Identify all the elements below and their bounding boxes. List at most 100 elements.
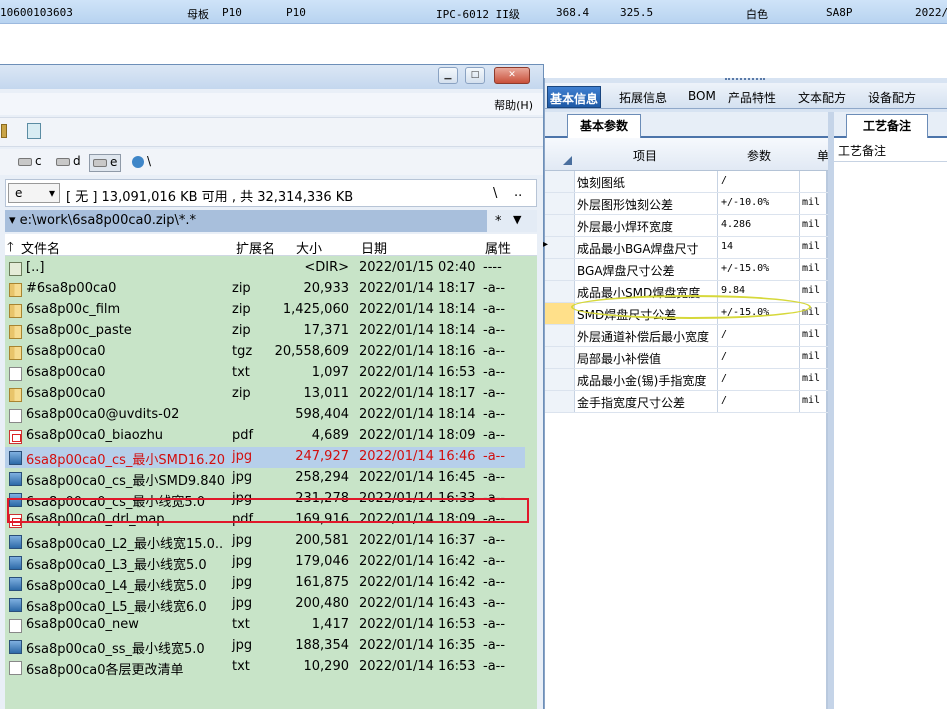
file-size: 1,097 — [311, 365, 349, 380]
file-date: 2022/01/14 18:16 — [359, 344, 476, 359]
file-row[interactable]: 6sa8p00ca0_biaozhu pdf 4,689 2022/01/14 18:… — [5, 426, 525, 447]
param-value[interactable]: +/-10.0% — [717, 193, 799, 214]
file-row[interactable]: 6sa8p00ca0@uvdits-02 598,404 2022/01/14 18… — [5, 405, 525, 426]
file-size: 247,927 — [295, 449, 349, 464]
tab-text-recipe[interactable]: 文本配方 — [796, 86, 848, 108]
file-row[interactable]: 6sa8p00ca0_ss_最小线宽5.0 jpg 188,354 2022/01/1… — [5, 636, 525, 657]
product-info-panel: 基本信息 拓展信息 BOM 产品特性 文本配方 设备配方 基本参数 项目 参数 … — [543, 78, 947, 709]
maximize-button[interactable]: □ — [465, 67, 485, 84]
file-attr: -a-- — [483, 638, 506, 653]
file-row[interactable]: 6sa8p00ca0_L4_最小线宽5.0 jpg 161,875 2022/01/1… — [5, 573, 525, 594]
param-value[interactable]: +/-15.0% — [717, 259, 799, 280]
file-ext: zip — [232, 281, 251, 296]
param-row[interactable]: 金手指宽度尺寸公差 / mil — [545, 391, 828, 413]
file-size: 179,046 — [295, 554, 349, 569]
drive-label: d — [73, 154, 81, 168]
column-ext[interactable]: 扩展名 — [236, 238, 275, 257]
file-txt-icon — [9, 619, 22, 633]
file-name: 6sa8p00ca0_ss_最小线宽5.0 — [26, 642, 205, 657]
tab-process-remarks[interactable]: 工艺备注 — [846, 114, 928, 138]
row-indicator[interactable] — [545, 215, 575, 236]
parent-button[interactable]: .. — [514, 185, 522, 200]
file-row[interactable]: #6sa8p00ca0 zip 20,933 2022/01/14 18:17 -a-- — [5, 279, 525, 300]
tab-extended-info[interactable]: 拓展信息 — [617, 86, 669, 108]
param-value[interactable]: / — [717, 369, 799, 390]
file-row[interactable]: 6sa8p00ca0各层更改清单 txt 10,290 2022/01/14 16:5… — [5, 657, 525, 678]
param-value[interactable]: / — [717, 391, 799, 412]
folder-icon[interactable] — [1, 124, 7, 138]
param-row[interactable]: 外层通道补偿后最小宽度 / mil — [545, 325, 828, 347]
file-row[interactable]: 6sa8p00ca0_L5_最小线宽6.0 jpg 200,480 2022/01/1… — [5, 594, 525, 615]
param-row[interactable]: 局部最小补偿值 / mil — [545, 347, 828, 369]
file-row[interactable]: 6sa8p00ca0_L3_最小线宽5.0 jpg 179,046 2022/01/1… — [5, 552, 525, 573]
grid-header-param[interactable]: 参数 — [747, 147, 771, 164]
file-row[interactable]: 6sa8p00ca0_cs_最小SMD16.20 jpg 247,927 2022/0… — [5, 447, 525, 468]
file-attr: -a-- — [483, 575, 506, 590]
drive-c-button[interactable]: c — [15, 154, 45, 172]
file-size: <DIR> — [304, 260, 349, 275]
row-indicator[interactable] — [545, 369, 575, 390]
minimize-button[interactable]: ▁ — [438, 67, 458, 84]
column-size[interactable]: 大小 — [296, 238, 322, 257]
param-row[interactable]: 蚀刻图纸 / — [545, 171, 828, 193]
row-indicator[interactable] — [545, 193, 575, 214]
file-zip-icon — [9, 304, 22, 318]
param-value[interactable]: 4.286 — [717, 215, 799, 236]
tab-basic-info[interactable]: 基本信息 — [547, 86, 602, 108]
row-indicator[interactable] — [545, 171, 575, 192]
drive-select[interactable]: e ▾ — [8, 183, 60, 203]
filter-dropdown-icon[interactable]: ▼ — [513, 213, 521, 226]
file-row[interactable]: 6sa8p00ca0 zip 13,011 2022/01/14 18:17 -a-- — [5, 384, 525, 405]
column-name[interactable]: 文件名 — [21, 238, 60, 257]
tab-basic-params[interactable]: 基本参数 — [567, 114, 641, 138]
file-row[interactable]: 6sa8p00ca0 txt 1,097 2022/01/14 16:53 -a-- — [5, 363, 525, 384]
file-manager-window: ▁ □ ✕ 帮助(H) c d e \ e ▾ [ 无 ] 13,091,016 … — [0, 64, 544, 709]
bg-cell: 2022/ — [915, 6, 947, 19]
param-row[interactable]: 外层图形蚀刻公差 +/-10.0% mil — [545, 193, 828, 215]
row-indicator[interactable] — [545, 325, 575, 346]
file-row[interactable]: 6sa8p00ca0 tgz 20,558,609 2022/01/14 18:16-… — [5, 342, 525, 363]
param-value[interactable]: 14 — [717, 237, 799, 258]
param-row[interactable]: ▸ 成品最小BGA焊盘尺寸 14 mil — [543, 237, 828, 259]
param-value[interactable]: / — [717, 347, 799, 368]
network-drive-button[interactable]: \ — [129, 154, 154, 172]
param-value[interactable]: / — [717, 171, 799, 192]
param-row[interactable]: 成品最小金(锡)手指宽度 / mil — [545, 369, 828, 391]
file-row[interactable]: 6sa8p00c_film zip 1,425,060 2022/01/14 18:1… — [5, 300, 525, 321]
row-indicator[interactable]: ▸ — [543, 237, 575, 258]
path-dropdown-icon[interactable]: ▾ — [9, 213, 20, 228]
tab-equipment-recipe[interactable]: 设备配方 — [866, 86, 918, 108]
row-indicator[interactable] — [545, 259, 575, 280]
column-date[interactable]: 日期 — [361, 238, 387, 257]
param-row[interactable]: BGA焊盘尺寸公差 +/-15.0% mil — [545, 259, 828, 281]
row-indicator[interactable] — [545, 281, 575, 302]
window-titlebar[interactable]: ▁ □ ✕ — [0, 65, 543, 89]
param-row[interactable]: 外层最小焊环宽度 4.286 mil — [545, 215, 828, 237]
drive-e-button[interactable]: e — [89, 154, 122, 172]
file-row[interactable]: 6sa8p00ca0_new txt 1,417 2022/01/14 16:53 -a… — [5, 615, 525, 636]
file-row[interactable]: 6sa8p00ca0_cs_最小SMD9.840 jpg 258,294 2022/0… — [5, 468, 525, 489]
file-size: 20,933 — [303, 281, 350, 296]
file-date: 2022/01/14 18:14 — [359, 302, 476, 317]
row-indicator[interactable] — [545, 391, 575, 412]
drag-handle[interactable] — [725, 78, 765, 82]
drive-d-button[interactable]: d — [53, 154, 84, 172]
file-row[interactable]: [..] <DIR> 2022/01/15 02:40 ---- — [5, 258, 525, 279]
menu-help[interactable]: 帮助(H) — [494, 97, 533, 113]
file-name: 6sa8p00ca0各层更改清单 — [26, 663, 184, 678]
notepad-icon[interactable] — [27, 123, 41, 139]
column-attr[interactable]: 属性 — [485, 238, 511, 257]
tab-product-features[interactable]: 产品特性 — [726, 86, 778, 108]
filter-button[interactable]: * — [495, 214, 502, 229]
grid-header-item[interactable]: 项目 — [633, 147, 657, 164]
close-button[interactable]: ✕ — [494, 67, 530, 84]
param-unit: mil — [799, 347, 828, 368]
row-indicator[interactable] — [545, 347, 575, 368]
tab-bom[interactable]: BOM — [686, 86, 718, 108]
file-row[interactable]: 6sa8p00ca0_L2_最小线宽15.0.. jpg 200,581 2022/0… — [5, 531, 525, 552]
root-button[interactable]: \ — [493, 186, 497, 201]
file-name: #6sa8p00ca0 — [26, 281, 117, 296]
file-row[interactable]: 6sa8p00c_paste zip 17,371 2022/01/14 18:14-… — [5, 321, 525, 342]
current-path[interactable]: ▾ e:\work\6sa8p00ca0.zip\*.* — [5, 210, 487, 232]
param-value[interactable]: / — [717, 325, 799, 346]
